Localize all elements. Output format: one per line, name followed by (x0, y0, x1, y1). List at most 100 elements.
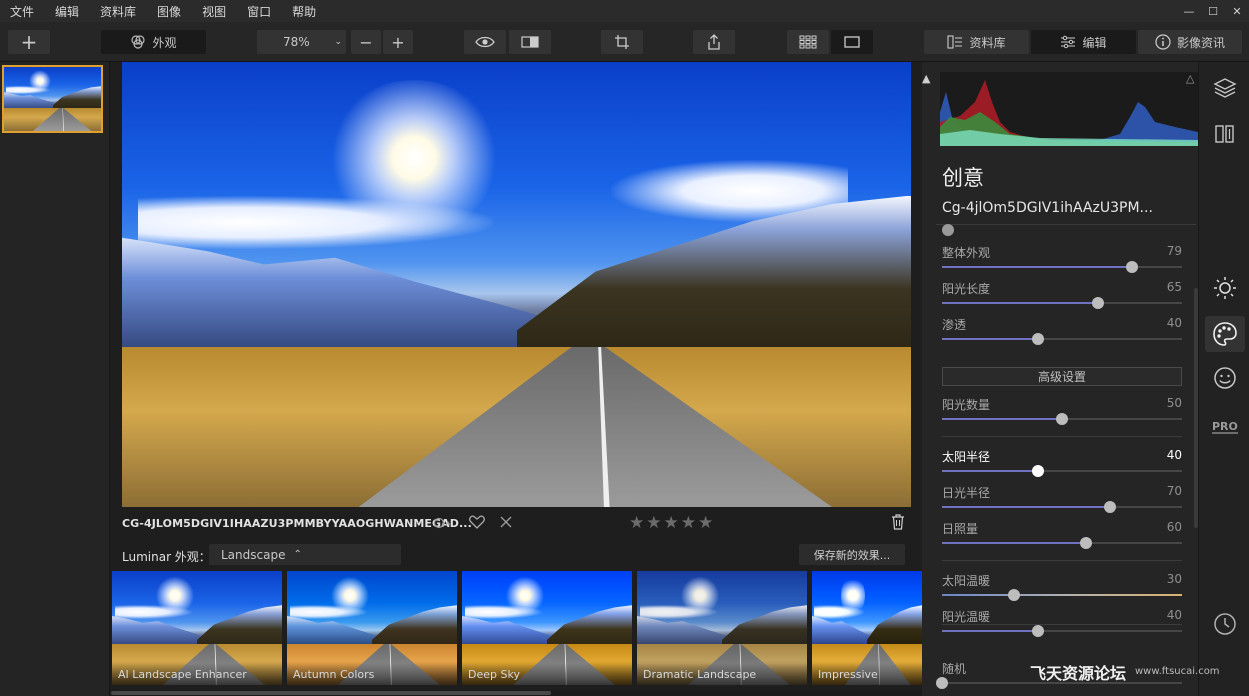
slider-1[interactable]: 整体外观 79 (942, 244, 1182, 274)
main-image[interactable] (122, 62, 911, 507)
luminar-window: 文件 编辑 资料库 图像 视图 窗口 帮助 — ☐ ✕ + 外观 78% ⌄ −… (0, 0, 1249, 696)
face-icon (1214, 367, 1236, 389)
trash-icon[interactable] (891, 514, 905, 530)
star-rating[interactable]: ★★★★★ (629, 513, 715, 533)
look-name: Deep Sky (462, 663, 632, 685)
portrait-button[interactable] (1211, 364, 1239, 392)
slider-knob[interactable] (1032, 625, 1044, 637)
canvas-button[interactable] (1211, 120, 1239, 148)
single-view-button[interactable] (831, 30, 873, 54)
slider-value: 50 (1166, 396, 1182, 410)
filmstrip-thumbnail[interactable] (2, 65, 103, 133)
menu-image[interactable]: 图像 (147, 3, 192, 20)
palette-icon (1213, 322, 1237, 346)
save-new-look-button[interactable]: 保存新的效果... (799, 544, 905, 565)
slider-knob[interactable] (1125, 261, 1138, 273)
compare-button[interactable] (509, 30, 551, 54)
shadow-clipping-icon[interactable]: ▲ (922, 72, 930, 85)
layers-button[interactable] (1211, 74, 1239, 102)
filter-toggle-knob[interactable] (942, 224, 954, 236)
slider-3[interactable]: 渗透 40 (942, 316, 1182, 346)
watermark-url: www.ftsucai.com (1135, 666, 1220, 677)
slider-2[interactable]: 阳光长度 65 (942, 280, 1182, 310)
look-name: Impressive (812, 663, 922, 685)
filmstrip (0, 62, 110, 696)
slider-fill (942, 630, 1038, 632)
menu-window[interactable]: 窗口 (237, 3, 282, 20)
zoom-select[interactable]: 78% ⌄ (257, 30, 346, 54)
menu-library[interactable]: 资料库 (90, 3, 147, 20)
look-item[interactable]: AI Landscape Enhancer (112, 571, 282, 685)
slider-label: 日照量 (942, 522, 979, 536)
sliders-icon (1061, 35, 1076, 49)
slider-4[interactable]: 阳光数量 50 (942, 396, 1182, 426)
look-item[interactable]: Impressive (812, 571, 922, 685)
sun-icon (1214, 277, 1236, 299)
look-item[interactable]: Dramatic Landscape (637, 571, 807, 685)
slider-knob[interactable] (936, 677, 948, 689)
slider-track[interactable] (942, 594, 1182, 596)
looks-scrollbar[interactable] (111, 690, 922, 696)
slider-knob[interactable] (1056, 413, 1068, 425)
preview-button[interactable] (464, 30, 506, 54)
look-item[interactable]: Autumn Colors (287, 571, 457, 685)
advanced-settings-button[interactable]: 高级设置 (942, 367, 1182, 386)
slider-knob[interactable] (1032, 333, 1044, 345)
add-photos-button[interactable]: + (8, 30, 50, 54)
looks-icon (131, 35, 146, 49)
highlight-clipping-icon[interactable]: △ (1186, 72, 1194, 85)
looks-button[interactable]: 外观 (101, 30, 206, 54)
close-icon[interactable]: ✕ (1225, 0, 1249, 22)
slider-value: 60 (1166, 520, 1182, 534)
zoom-out-button[interactable]: − (351, 30, 381, 54)
share-icon (708, 34, 720, 50)
reject-icon[interactable] (500, 516, 512, 528)
svg-text:PRO: PRO (1212, 420, 1238, 433)
chevron-down-icon: ⌄ (334, 37, 342, 47)
gallery-view-button[interactable] (787, 30, 829, 54)
slider-knob[interactable] (1008, 589, 1020, 601)
color-label-icon[interactable] (434, 517, 452, 529)
grid-icon (799, 35, 817, 49)
minimize-icon[interactable]: — (1177, 0, 1201, 22)
tab-library[interactable]: 资料库 (924, 30, 1029, 54)
slider-7[interactable]: 日照量 60 (942, 520, 1182, 550)
slider-fill (942, 338, 1038, 340)
looks-title: Luminar 外观： (122, 550, 211, 564)
looks-category-select[interactable]: Landscape ⌃ (209, 544, 401, 565)
slider-knob[interactable] (1080, 537, 1092, 549)
slider-5[interactable]: 太阳半径 40 (942, 448, 1182, 478)
share-button[interactable] (693, 30, 735, 54)
slider-knob[interactable] (1092, 297, 1104, 309)
divider (936, 224, 1196, 225)
slider-knob[interactable] (1104, 501, 1116, 513)
slider-label: 太阳温暖 (942, 574, 991, 588)
tab-info[interactable]: 影像资讯 (1138, 30, 1242, 54)
menu-edit[interactable]: 编辑 (45, 3, 90, 20)
look-name: Dramatic Landscape (637, 663, 807, 685)
menu-file[interactable]: 文件 (0, 3, 45, 20)
divider (942, 436, 1182, 437)
creative-button[interactable] (1205, 316, 1245, 352)
slider-8[interactable]: 太阳温暖 30 (942, 572, 1182, 602)
menu-help[interactable]: 帮助 (282, 3, 327, 20)
divider (942, 560, 1182, 561)
essentials-button[interactable] (1211, 274, 1239, 302)
looks-label: 外观 (152, 35, 177, 50)
maximize-icon[interactable]: ☐ (1201, 0, 1225, 22)
heart-icon[interactable] (469, 515, 485, 529)
slider-knob[interactable] (1032, 465, 1044, 477)
slider-9[interactable]: 阳光温暖 40 (942, 608, 1182, 638)
slider-value: 70 (1166, 484, 1182, 498)
slider-6[interactable]: 日光半径 70 (942, 484, 1182, 514)
crop-icon (615, 35, 629, 49)
menu-view[interactable]: 视图 (192, 3, 237, 20)
crop-button[interactable] (601, 30, 643, 54)
tab-edit[interactable]: 编辑 (1031, 30, 1136, 54)
look-item[interactable]: Deep Sky (462, 571, 632, 685)
zoom-in-button[interactable]: + (383, 30, 413, 54)
pro-tools-button[interactable]: PRO (1211, 412, 1239, 440)
watermark-text: 飞天资源论坛 (1030, 664, 1127, 683)
image-info-bar: CG-4JLOM5DGIV1IHAAZU3PMMBYYAAOGHWANMEGAD… (111, 508, 922, 540)
history-button[interactable] (1211, 610, 1239, 638)
